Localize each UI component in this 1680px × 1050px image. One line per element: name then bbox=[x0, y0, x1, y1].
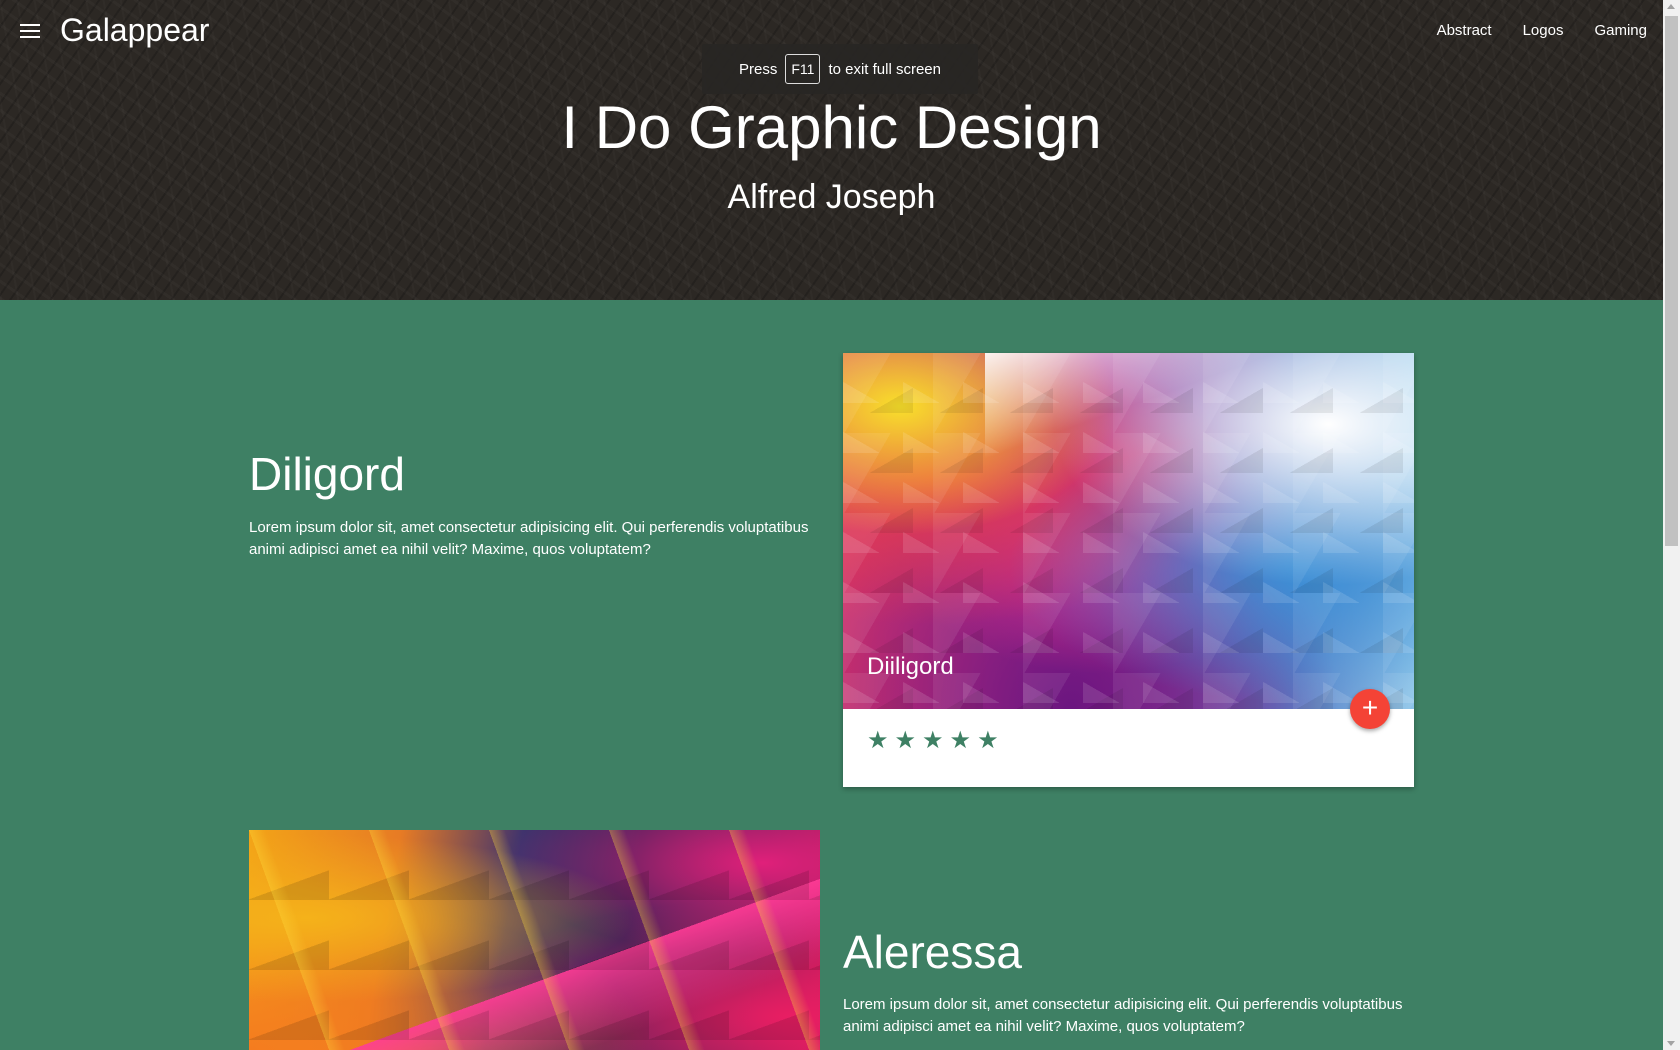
fullscreen-key: F11 bbox=[785, 54, 821, 84]
section-text-diligord: Lorem ipsum dolor sit, amet consectetur … bbox=[249, 519, 809, 558]
star-icon[interactable]: ★ bbox=[895, 729, 917, 753]
hero-header: Galappear Abstract Logos Gaming Press F1… bbox=[0, 0, 1663, 300]
scroll-down-arrow-icon[interactable] bbox=[1667, 1041, 1675, 1046]
image-shards bbox=[249, 830, 820, 1050]
nav-link-logos[interactable]: Logos bbox=[1523, 22, 1564, 39]
menu-line bbox=[20, 36, 40, 38]
hamburger-menu-icon[interactable] bbox=[16, 20, 44, 44]
star-icon[interactable]: ★ bbox=[977, 729, 999, 753]
nav-link-gaming[interactable]: Gaming bbox=[1594, 22, 1647, 39]
section-title-diligord: Diligord bbox=[249, 448, 405, 500]
menu-line bbox=[20, 30, 40, 32]
top-nav: Abstract Logos Gaming bbox=[1406, 22, 1647, 39]
star-icon[interactable]: ★ bbox=[950, 729, 972, 753]
fullscreen-notice-after: to exit full screen bbox=[828, 60, 941, 78]
hero-subtitle: Alfred Joseph bbox=[727, 178, 936, 216]
card-caption: Diiligord bbox=[867, 653, 954, 680]
vertical-scrollbar[interactable] bbox=[1663, 0, 1680, 1050]
fullscreen-notice: Press F11 to exit full screen bbox=[702, 44, 978, 94]
section-title-aleressa: Aleressa bbox=[843, 926, 1022, 978]
menu-line bbox=[20, 24, 40, 26]
brand-logo[interactable]: Galappear bbox=[60, 12, 209, 49]
star-icon[interactable]: ★ bbox=[867, 729, 889, 753]
project-card-diligord[interactable]: Diiligord + ★ ★ ★ ★ ★ bbox=[843, 353, 1414, 787]
scrollbar-thumb[interactable] bbox=[1665, 16, 1678, 546]
scroll-up-arrow-icon[interactable] bbox=[1667, 4, 1675, 9]
card-image-diligord: Diiligord bbox=[843, 353, 1414, 709]
section-text-aleressa: Lorem ipsum dolor sit, amet consectetur … bbox=[843, 996, 1403, 1035]
fullscreen-notice-before: Press bbox=[739, 60, 778, 78]
hero-title: I Do Graphic Design bbox=[561, 94, 1102, 161]
add-button[interactable]: + bbox=[1350, 689, 1390, 729]
star-icon[interactable]: ★ bbox=[922, 729, 944, 753]
nav-link-abstract[interactable]: Abstract bbox=[1437, 22, 1492, 39]
project-image-aleressa[interactable] bbox=[249, 830, 820, 1050]
rating-stars: ★ ★ ★ ★ ★ bbox=[867, 729, 999, 753]
